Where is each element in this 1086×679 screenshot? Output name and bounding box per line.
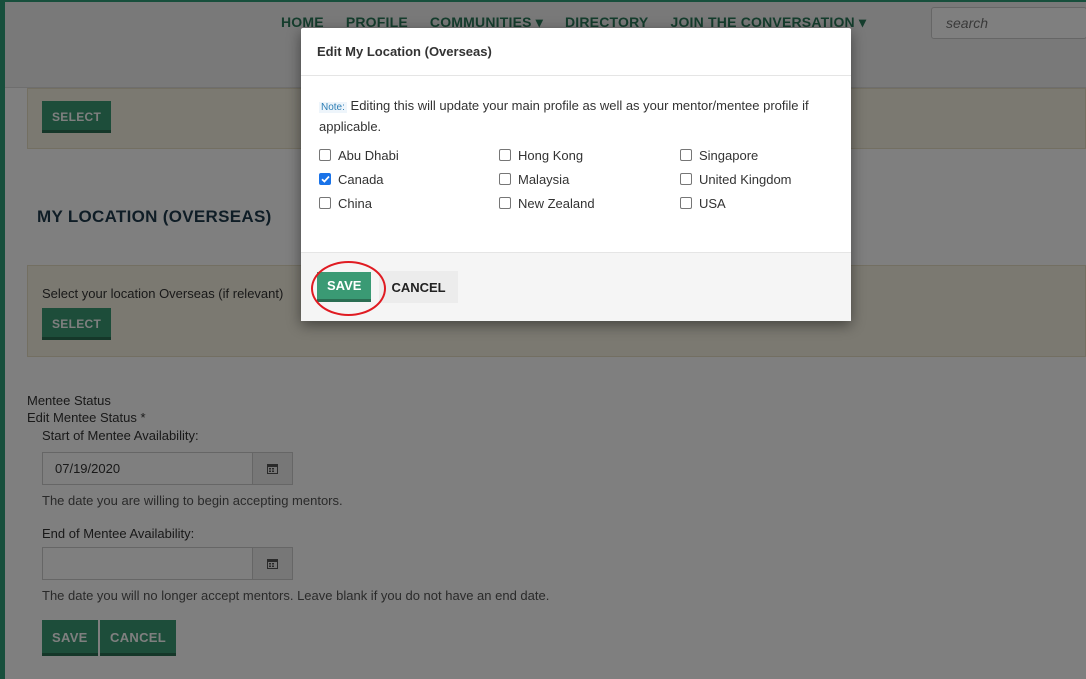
option-label: Hong Kong: [518, 147, 584, 163]
checkbox[interactable]: [680, 197, 692, 209]
checkbox[interactable]: [499, 173, 511, 185]
option-new-zealand[interactable]: New Zealand: [499, 194, 680, 212]
note-text: Editing this will update your main profi…: [319, 98, 809, 134]
option-hong-kong[interactable]: Hong Kong: [499, 146, 680, 164]
option-singapore[interactable]: Singapore: [680, 146, 850, 164]
option-label: Singapore: [699, 147, 759, 163]
modal-cancel-button[interactable]: CANCEL: [379, 271, 458, 303]
option-united-kingdom[interactable]: United Kingdom: [680, 170, 850, 188]
modal-save-button[interactable]: SAVE: [317, 272, 372, 302]
checkbox-checked[interactable]: [319, 173, 331, 185]
checkbox[interactable]: [319, 149, 331, 161]
option-label: Abu Dhabi: [338, 147, 399, 163]
checkbox[interactable]: [499, 197, 511, 209]
option-abu-dhabi[interactable]: Abu Dhabi: [319, 146, 499, 164]
option-china[interactable]: China: [319, 194, 499, 212]
note-label: Note:: [319, 102, 347, 113]
checkbox[interactable]: [319, 197, 331, 209]
checkbox[interactable]: [680, 173, 692, 185]
option-label: Malaysia: [518, 171, 570, 187]
modal-note: Note: Editing this will update your main…: [319, 96, 833, 136]
option-malaysia[interactable]: Malaysia: [499, 170, 680, 188]
modal-header: Edit My Location (Overseas): [301, 28, 851, 76]
option-label: Canada: [338, 171, 384, 187]
option-label: China: [338, 195, 372, 211]
option-label: United Kingdom: [699, 171, 792, 187]
edit-location-modal: Edit My Location (Overseas) Note: Editin…: [301, 28, 851, 321]
option-canada[interactable]: Canada: [319, 170, 499, 188]
checkbox[interactable]: [680, 149, 692, 161]
option-label: New Zealand: [518, 195, 595, 211]
modal-body: Note: Editing this will update your main…: [301, 76, 851, 252]
check-icon: [320, 175, 330, 183]
modal-footer: SAVE CANCEL: [301, 252, 851, 321]
location-options: Abu Dhabi Hong Kong Singapore Canada Mal…: [319, 146, 833, 212]
checkbox[interactable]: [499, 149, 511, 161]
option-usa[interactable]: USA: [680, 194, 850, 212]
modal-title: Edit My Location (Overseas): [317, 44, 492, 59]
option-label: USA: [699, 195, 726, 211]
